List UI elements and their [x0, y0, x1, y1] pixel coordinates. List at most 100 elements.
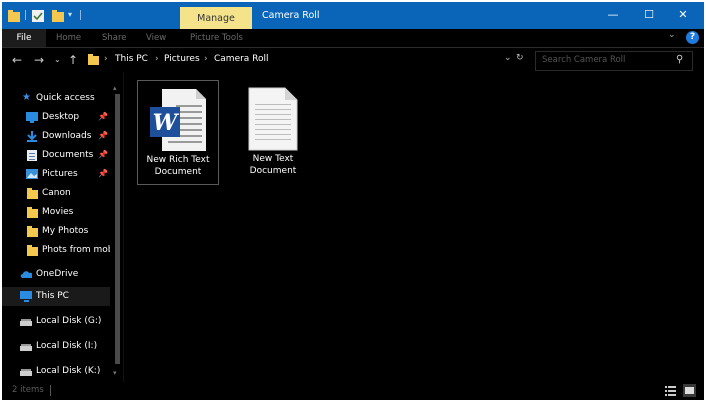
file-name: New Rich Text Document: [138, 154, 218, 178]
file-list: W New Rich Text Document New Text Docume…: [125, 72, 695, 382]
navigation-pane: ★ Quick access Desktop 📌 Downloads 📌 Doc…: [2, 80, 124, 380]
sidebar-item-label: Phots from mob: [42, 245, 110, 255]
sidebar-item-quick-access[interactable]: ★ Quick access: [2, 89, 110, 108]
sidebar-item-local-disk-i[interactable]: Local Disk (I:): [2, 337, 110, 356]
star-icon: ★: [22, 92, 31, 103]
recent-locations-icon[interactable]: ⌄: [54, 51, 61, 69]
file-name-line: New Rich Text: [146, 155, 210, 165]
drive-icon: [20, 369, 32, 376]
minimize-button[interactable]: —: [598, 5, 628, 25]
folder-icon: [27, 245, 38, 256]
tab-file[interactable]: File: [2, 29, 46, 47]
sidebar-item-pictures[interactable]: Pictures 📌: [2, 165, 110, 184]
customize-quick-access-icon[interactable]: ▾: [68, 10, 72, 19]
help-icon[interactable]: ?: [686, 31, 699, 44]
sidebar-item-label: Desktop: [42, 112, 80, 122]
file-name-line: New Text: [252, 154, 294, 164]
navigation-row: ← → ⌄ ↑ › This PC › Pictures › Camera Ro…: [2, 48, 704, 72]
computer-icon: [20, 291, 32, 302]
scroll-thumb[interactable]: [115, 94, 120, 364]
breadcrumb-camera-roll[interactable]: Camera Roll: [214, 54, 269, 64]
search-placeholder: Search Camera Roll: [542, 55, 626, 65]
navigation-scrollbar[interactable]: ▴ ▾: [112, 84, 123, 380]
breadcrumb-this-pc[interactable]: This PC: [115, 54, 148, 64]
scroll-down-icon[interactable]: ▾: [113, 369, 117, 377]
sidebar-item-label: Documents: [42, 150, 94, 160]
window-title: Camera Roll: [262, 10, 320, 21]
details-view-icon[interactable]: [664, 384, 677, 397]
word-document-icon: W: [150, 89, 206, 151]
breadcrumb-separator: ›: [104, 54, 108, 64]
sidebar-item-onedrive[interactable]: OneDrive: [2, 265, 110, 284]
up-arrow-icon[interactable]: ↑: [68, 51, 78, 69]
sidebar-item-label: Movies: [42, 207, 74, 217]
file-name: New Text Document: [233, 153, 313, 177]
folder-icon: [27, 207, 38, 218]
sidebar-item-this-pc[interactable]: This PC: [2, 287, 110, 306]
breadcrumb-pictures[interactable]: Pictures: [164, 54, 200, 64]
tab-manage[interactable]: Manage: [180, 7, 252, 29]
folder-icon[interactable]: [8, 10, 20, 22]
file-item-rtf[interactable]: W New Rich Text Document: [137, 80, 219, 185]
pin-icon: 📌: [98, 169, 108, 178]
tab-home[interactable]: Home: [56, 29, 81, 47]
sidebar-item-label: Canon: [42, 188, 71, 198]
pin-icon: 📌: [98, 150, 108, 159]
properties-icon[interactable]: [32, 10, 44, 22]
maximize-button[interactable]: ☐: [634, 5, 664, 25]
sidebar-item-label: Downloads: [42, 131, 92, 141]
sidebar-item-label: Local Disk (I:): [36, 341, 98, 351]
title-bar: ▾ Manage Camera Roll — ☐ ✕: [2, 2, 704, 29]
breadcrumb-separator: ›: [155, 54, 159, 64]
ribbon: File Home Share View Picture Tools ⌄ ?: [2, 29, 704, 48]
close-button[interactable]: ✕: [668, 5, 698, 25]
sidebar-item-phots-from-mob[interactable]: Phots from mob: [2, 241, 110, 260]
pane-divider[interactable]: [123, 72, 124, 382]
item-count: 2 items: [12, 385, 44, 395]
sidebar-item-local-disk-k[interactable]: Local Disk (K:): [2, 362, 110, 381]
scroll-up-icon[interactable]: ▴: [113, 84, 117, 92]
sidebar-item-my-photos[interactable]: My Photos: [2, 222, 110, 241]
status-bar: 2 items: [2, 382, 704, 400]
sidebar-item-canon[interactable]: Canon: [2, 184, 110, 203]
search-input[interactable]: Search Camera Roll ⚲: [535, 51, 693, 71]
breadcrumb-separator: ›: [204, 54, 208, 64]
folder-icon: [88, 54, 99, 65]
tab-picture-tools[interactable]: Picture Tools: [190, 29, 243, 47]
sidebar-item-documents[interactable]: Documents 📌: [2, 146, 110, 165]
new-folder-icon[interactable]: [52, 10, 64, 22]
tab-view[interactable]: View: [146, 29, 166, 47]
search-icon[interactable]: ⚲: [676, 54, 683, 65]
tab-share[interactable]: Share: [102, 29, 127, 47]
file-name-line: Document: [249, 166, 297, 176]
explorer-window: ▾ Manage Camera Roll — ☐ ✕ File Home Sha…: [2, 2, 704, 400]
text-document-icon: [248, 87, 298, 151]
download-icon: [27, 131, 37, 142]
sidebar-item-desktop[interactable]: Desktop 📌: [2, 108, 110, 127]
address-bar[interactable]: › This PC › Pictures › Camera Roll ⌄ ↻: [86, 51, 528, 69]
expand-ribbon-icon[interactable]: ⌄: [668, 30, 676, 40]
folder-icon: [27, 188, 38, 199]
large-icons-view-icon[interactable]: [683, 384, 696, 397]
address-dropdown-icon[interactable]: ⌄: [504, 53, 512, 63]
pin-icon: 📌: [98, 112, 108, 121]
sidebar-item-label: Local Disk (G:): [36, 316, 102, 326]
drive-icon: [20, 344, 32, 351]
sidebar-item-label: OneDrive: [36, 269, 79, 279]
separator: [50, 385, 51, 396]
sidebar-item-label: Pictures: [42, 169, 78, 179]
forward-arrow-icon[interactable]: →: [34, 51, 44, 69]
separator: [25, 10, 26, 20]
sidebar-item-movies[interactable]: Movies: [2, 203, 110, 222]
folder-icon: [27, 226, 38, 237]
sidebar-item-label: My Photos: [42, 226, 89, 236]
file-item-txt[interactable]: New Text Document: [233, 80, 313, 183]
documents-icon: [27, 150, 37, 161]
sidebar-item-label: Quick access: [36, 93, 95, 103]
refresh-icon[interactable]: ↻: [516, 53, 524, 63]
file-name-line: Document: [154, 167, 202, 177]
sidebar-item-downloads[interactable]: Downloads 📌: [2, 127, 110, 146]
sidebar-item-label: Local Disk (K:): [36, 366, 101, 376]
back-arrow-icon[interactable]: ←: [12, 51, 22, 69]
sidebar-item-local-disk-g[interactable]: Local Disk (G:): [2, 312, 110, 331]
